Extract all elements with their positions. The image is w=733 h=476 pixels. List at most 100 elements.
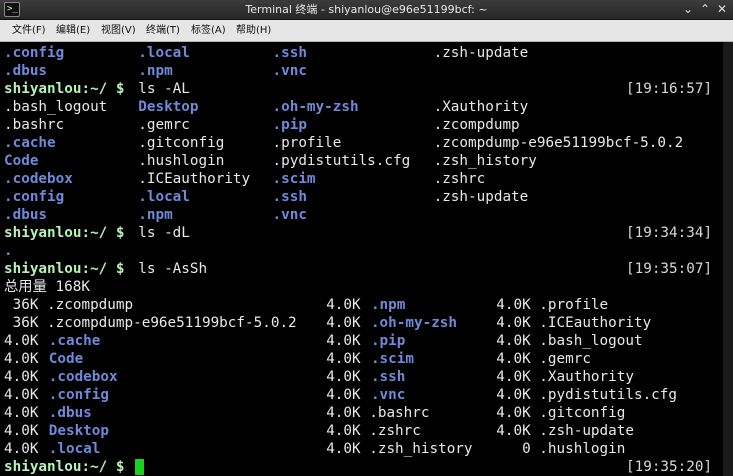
- file-entry: 4.0K: [326, 333, 361, 349]
- file-entry: .zsh-update: [433, 45, 529, 61]
- directory-name: .vnc: [272, 207, 307, 223]
- menu-edit[interactable]: 编辑(E): [54, 20, 92, 42]
- output-line: 4.0K Desktop 4.0K .zshrc 4.0K .zsh-update: [0, 422, 733, 440]
- command-text: ls -dL: [138, 225, 190, 241]
- maximize-button[interactable]: ⌃: [697, 2, 713, 17]
- prompt-line: shiyanlou:~/ $ [19:35:20]: [0, 458, 733, 476]
- file-entry: .ICEauthority: [138, 171, 251, 187]
- directory-name: .local: [138, 45, 190, 61]
- directory-name: .oh-my-zsh: [272, 99, 359, 115]
- file-entry: .bashrc: [4, 117, 65, 133]
- output-line: 4.0K .cache 4.0K .pip 4.0K .bash_logout: [0, 332, 733, 350]
- output-line: .dbus .npm .vnc: [0, 206, 733, 224]
- file-entry: 4.0K: [4, 441, 39, 457]
- close-button[interactable]: ✕: [714, 2, 730, 17]
- directory-name: .ssh: [272, 189, 307, 205]
- output-line: 4.0K .codebox 4.0K .ssh 4.0K .Xauthority: [0, 368, 733, 386]
- file-entry: 4.0K: [4, 387, 39, 403]
- directory-name: .vnc: [272, 63, 307, 79]
- file-entry: 0 .hushlogin: [496, 441, 626, 457]
- output-line: 总用量 168K: [0, 278, 733, 296]
- file-entry: 4.0K .zsh-update: [496, 423, 634, 439]
- file-entry: .profile: [272, 135, 342, 151]
- output-line: .codebox .ICEauthority .scim .zshrc: [0, 170, 733, 188]
- output-line: 36K .zcompdump 4.0K .npm 4.0K .profile: [0, 296, 733, 314]
- directory-name: .config: [48, 387, 110, 403]
- file-entry: 4.0K: [4, 405, 39, 421]
- output-line: .bash_logout Desktop .oh-my-zsh .Xauthority: [0, 98, 733, 116]
- terminal-output[interactable]: .config .local .ssh .zsh-update .dbus .npm .vn…: [0, 42, 733, 476]
- output-line: .: [0, 242, 733, 260]
- prompt-timestamp: [19:34:34]: [626, 225, 713, 241]
- output-line: Code .hushlogin .pydistutils.cfg .zsh_histo…: [0, 152, 733, 170]
- output-line: 4.0K .config 4.0K .vnc 4.0K .pydistutils.cfg: [0, 386, 733, 404]
- prompt-line: shiyanlou:~/ $ ls -dL [19:34:34]: [0, 224, 733, 242]
- file-entry: .zcompdump-e96e51199bcf-5.0.2: [433, 135, 684, 151]
- directory-name: .config: [4, 189, 65, 205]
- prompt-line: shiyanlou:~/ $ ls -AsSh [19:35:07]: [0, 260, 733, 278]
- output-line: 4.0K .dbus 4.0K .bashrc 4.0K .gitconfig: [0, 404, 733, 422]
- directory-name: .npm: [370, 297, 406, 313]
- file-entry: 4.0K .pydistutils.cfg: [496, 387, 678, 403]
- directory-name: .cache: [4, 135, 56, 151]
- directory-name: .scim: [370, 351, 414, 367]
- directory-name: .npm: [138, 207, 173, 223]
- file-entry: .zsh_history: [433, 153, 537, 169]
- command-text: ls -AsSh: [138, 261, 208, 277]
- directory-name: .local: [48, 441, 101, 457]
- output-line: 4.0K Code 4.0K .scim 4.0K .gemrc: [0, 350, 733, 368]
- directory-name: .dbus: [48, 405, 92, 421]
- file-entry: 4.0K: [4, 333, 39, 349]
- file-entry: 4.0K: [326, 351, 361, 367]
- file-entry: .Xauthority: [433, 99, 529, 115]
- shell-prompt: shiyanlou:~/ $: [4, 261, 125, 277]
- file-entry: .zsh-update: [433, 189, 529, 205]
- terminal-cursor: [135, 459, 145, 475]
- file-entry: 4.0K: [4, 351, 39, 367]
- minimize-button[interactable]: ⌄: [680, 2, 696, 17]
- directory-name: Code: [4, 153, 39, 169]
- window-title: Terminal 终端 - shiyanlou@e96e51199bcf: ~: [245, 3, 488, 16]
- directory-name: .pip: [272, 117, 307, 133]
- directory-name: .: [4, 243, 13, 259]
- file-entry: 4.0K: [4, 369, 39, 385]
- output-line: 4.0K .local 4.0K .zsh_history 0 .hushlogin: [0, 440, 733, 458]
- file-entry: .gemrc: [138, 117, 190, 133]
- menu-view[interactable]: 视图(V): [99, 20, 138, 42]
- title-bar: >_ Terminal 终端 - shiyanlou@e96e51199bcf:…: [0, 0, 733, 20]
- directory-name: .dbus: [4, 207, 48, 223]
- file-entry: .bash_logout: [4, 99, 108, 115]
- shell-prompt: shiyanlou:~/ $: [4, 81, 125, 97]
- file-entry: 4.0K: [4, 423, 39, 439]
- output-line: .config .local .ssh .zsh-update: [0, 188, 733, 206]
- menu-file[interactable]: 文件(F): [10, 20, 48, 42]
- menu-bar: 文件(F) 编辑(E) 视图(V) 终端(T) 标签(A) 帮助(H): [0, 20, 733, 42]
- shell-prompt: shiyanlou:~/ $: [4, 459, 125, 475]
- command-text: ls -AL: [138, 81, 190, 97]
- file-entry: .pydistutils.cfg: [272, 153, 411, 169]
- directory-name: .npm: [138, 63, 173, 79]
- file-entry: .gitconfig: [138, 135, 225, 151]
- directory-name: .codebox: [48, 369, 118, 385]
- file-entry: 4.0K .bashrc: [326, 405, 430, 421]
- terminal-scrollbar[interactable]: [723, 42, 733, 476]
- directory-name: .ssh: [272, 45, 307, 61]
- file-entry: 4.0K: [326, 315, 361, 331]
- directory-name: .pip: [370, 333, 406, 349]
- file-entry: .zcompdump: [433, 117, 520, 133]
- file-entry: 4.0K .profile: [496, 297, 609, 313]
- directory-name: Desktop: [48, 423, 110, 439]
- directory-name: Desktop: [138, 99, 199, 115]
- directory-name: .ssh: [370, 369, 406, 385]
- file-entry: 4.0K .Xauthority: [496, 369, 634, 385]
- prompt-timestamp: [19:35:07]: [626, 261, 713, 277]
- file-entry: 36K .zcompdump: [4, 297, 134, 313]
- directory-name: .codebox: [4, 171, 73, 187]
- file-entry: .hushlogin: [138, 153, 225, 169]
- file-entry: 4.0K .zsh_history: [326, 441, 473, 457]
- menu-help[interactable]: 帮助(H): [234, 20, 273, 42]
- menu-terminal[interactable]: 终端(T): [144, 20, 182, 42]
- output-line: .bashrc .gemrc .pip .zcompdump: [0, 116, 733, 134]
- menu-tabs[interactable]: 标签(A): [189, 20, 228, 42]
- output-line: 36K .zcompdump-e96e51199bcf-5.0.2 4.0K .oh…: [0, 314, 733, 332]
